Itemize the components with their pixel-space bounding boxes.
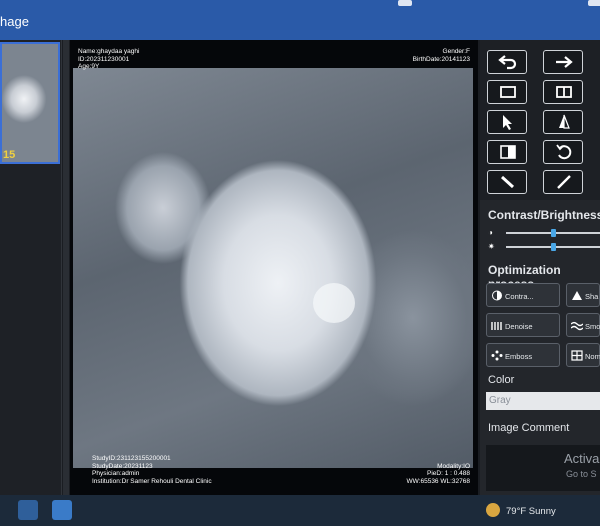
- rotate-button[interactable]: [543, 140, 583, 164]
- normal-grid-icon: [571, 350, 583, 361]
- image-comment-title: Image Comment: [488, 422, 570, 434]
- brightness-slider[interactable]: ✷: [488, 242, 600, 252]
- tool-panel: Contrast/Brightness ◑ ✷ Optimization pro…: [480, 40, 600, 495]
- thumbnail-xray-image: [2, 44, 58, 162]
- line-button[interactable]: [543, 170, 583, 194]
- image-comment-field[interactable]: Activa Go to S: [486, 445, 600, 491]
- weather-text: 79°F Sunny: [506, 506, 556, 517]
- mirror-button[interactable]: [543, 110, 583, 134]
- single-view-button[interactable]: [487, 80, 527, 104]
- split-view-button[interactable]: [543, 80, 583, 104]
- split-frame-icon: [556, 86, 572, 98]
- sharpen-icon: [572, 291, 582, 300]
- smooth-wave-icon: [571, 321, 583, 331]
- taskbar-imaging-app-icon[interactable]: [52, 500, 72, 520]
- window-level: WW:65536 WL:32768: [406, 477, 470, 485]
- taskbar: 79°F Sunny: [0, 495, 600, 526]
- patient-demographics-overlay: Gender:F BirthDate:20141123: [413, 48, 470, 63]
- flip-icon: [559, 114, 570, 129]
- color-select[interactable]: Gray: [486, 392, 600, 410]
- physician: Physician:admin: [92, 470, 140, 477]
- thumbnail-label: 15: [3, 149, 16, 161]
- patient-age: Age:9Y: [78, 63, 100, 70]
- emboss-icon: [491, 350, 503, 361]
- window-title: hage: [0, 14, 29, 29]
- arrow-right-icon: [556, 56, 573, 68]
- contrast-icon: ◑: [488, 228, 493, 237]
- tool-grid: [480, 40, 600, 200]
- imaging-app: 15 Name:ghaydaa yaghi ID:202311230001 Ag…: [0, 40, 600, 495]
- smooth-button[interactable]: Smo: [566, 313, 600, 337]
- pointer-icon: [503, 115, 512, 130]
- contrast-slider[interactable]: ◑: [488, 228, 600, 238]
- study-date: StudyDate:20231123: [92, 462, 153, 470]
- denoise-label: Denoise: [505, 322, 533, 331]
- sharpen-button[interactable]: Sha: [566, 283, 600, 307]
- image-viewport[interactable]: Name:ghaydaa yaghi ID:202311230001 Age:9…: [70, 40, 478, 495]
- activation-watermark: Activa: [564, 451, 600, 466]
- invert-button[interactable]: [487, 140, 527, 164]
- taskbar-app-icon[interactable]: [18, 500, 38, 520]
- tooth-crown-highlight: [313, 283, 355, 323]
- contrast-thumb[interactable]: [550, 229, 556, 237]
- color-title: Color: [488, 374, 515, 386]
- vertical-scrollbar[interactable]: [63, 40, 69, 495]
- invert-icon: [500, 145, 516, 159]
- title-bar: hage: [0, 0, 600, 40]
- pen-icon: [500, 175, 515, 189]
- patient-id: ID:202311230001: [78, 55, 130, 63]
- patient-birthdate: BirthDate:20141123: [412, 55, 470, 63]
- study-id: StudyID:231123155200001: [92, 455, 171, 462]
- contrast-brightness-title: Contrast/Brightness: [488, 208, 600, 222]
- emboss-label: Emboss: [505, 352, 533, 361]
- window-close-icon[interactable]: [588, 0, 600, 6]
- contrast-enhance-label: Contra...: [505, 292, 534, 301]
- pen-button[interactable]: [487, 170, 527, 194]
- modality: Modality:IO: [437, 462, 470, 470]
- line-icon: [557, 175, 571, 189]
- denoise-icon: [491, 322, 502, 330]
- patient-info-overlay: Name:ghaydaa yaghi ID:202311230001 Age:9…: [78, 48, 139, 71]
- contrast-circle-icon: [492, 290, 502, 301]
- image-params-overlay: Modality:IO PieD: 1 : 0.488 WW:65536 WL:…: [407, 463, 470, 486]
- patient-gender: Gender:F: [442, 48, 470, 55]
- patient-name: Name:ghaydaa yaghi: [78, 48, 140, 55]
- study-info-overlay: StudyID:231123155200001 StudyDate:202311…: [92, 455, 212, 485]
- thumbnail-strip: 15: [0, 40, 62, 495]
- contrast-enhance-button[interactable]: Contra...: [486, 283, 560, 307]
- next-button[interactable]: [543, 50, 583, 74]
- normal-button[interactable]: Nom: [566, 343, 600, 367]
- undo-icon: [498, 55, 517, 70]
- emboss-button[interactable]: Emboss: [486, 343, 560, 367]
- select-pointer-button[interactable]: [487, 110, 527, 134]
- pixel-spacing: PieD: 1 : 0.488: [427, 470, 470, 477]
- normal-label: Nom: [585, 352, 600, 361]
- smooth-label: Smo: [585, 322, 600, 331]
- color-select-value: Gray: [489, 395, 511, 406]
- image-thumbnail[interactable]: 15: [0, 42, 60, 164]
- activation-watermark-sub: Go to S: [566, 469, 597, 479]
- institution: Institution:Dr Samer Rehouli Dental Clin…: [92, 477, 212, 485]
- denoise-button[interactable]: Denoise: [486, 313, 560, 337]
- undo-button[interactable]: [487, 50, 527, 74]
- rotate-icon: [556, 144, 572, 160]
- dental-xray-image: [73, 68, 473, 468]
- single-frame-icon: [500, 86, 516, 98]
- sharpen-label: Sha: [585, 292, 599, 301]
- brightness-icon: ✷: [488, 242, 495, 251]
- weather-sun-icon: [486, 503, 500, 517]
- window-control-icon[interactable]: [398, 0, 412, 6]
- brightness-thumb[interactable]: [550, 243, 556, 251]
